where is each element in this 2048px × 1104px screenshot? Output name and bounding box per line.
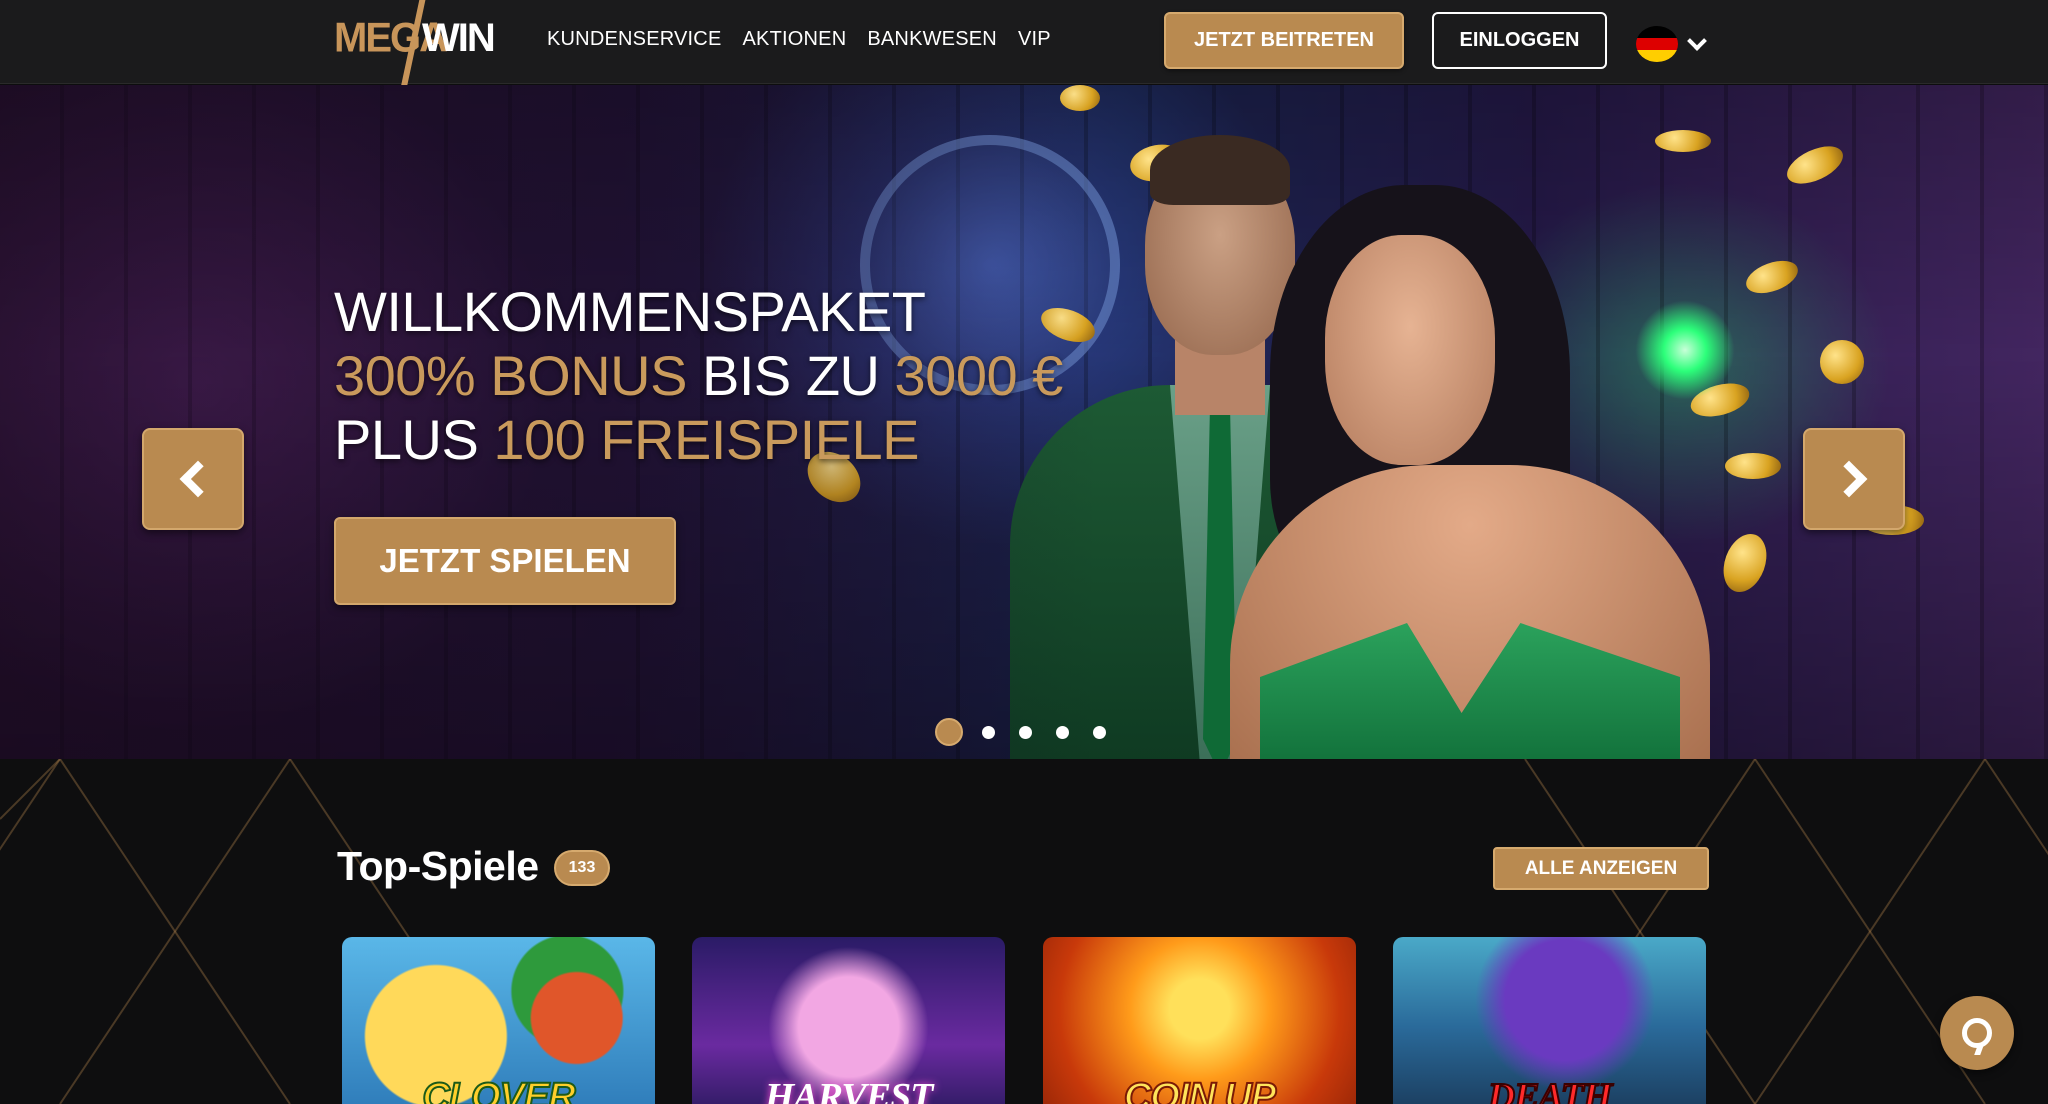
- chevron-right-icon: [1830, 460, 1868, 498]
- site-header: MEGA WIN KUNDENSERVICE AKTIONEN BANKWESE…: [0, 0, 2048, 90]
- login-button[interactable]: EINLOGGEN: [1432, 12, 1607, 69]
- hero-free-spins: 100 FREISPIELE: [493, 408, 920, 471]
- game-card-harvest[interactable]: HARVEST: [692, 937, 1005, 1104]
- carousel-dot-4[interactable]: [1050, 720, 1074, 744]
- chevron-down-icon: [1687, 31, 1707, 51]
- megawin-logo[interactable]: MEGA WIN: [334, 0, 496, 90]
- hero-line-1: WILLKOMMENSPAKET: [334, 280, 926, 343]
- game-card-clover[interactable]: CLOVER: [342, 937, 655, 1104]
- hero-bis-zu: BIS ZU: [686, 344, 895, 407]
- diamond-background-pattern: [0, 759, 2048, 1104]
- hero-banner: WILLKOMMENSPAKET 300% BONUS BIS ZU 3000 …: [0, 85, 2048, 759]
- carousel-dot-2[interactable]: [976, 720, 1000, 744]
- game-card-coin-up[interactable]: COIN UP: [1043, 937, 1356, 1104]
- game-title: COIN UP: [1123, 1075, 1277, 1104]
- hero-line-2: 300% BONUS BIS ZU 3000 €: [334, 344, 1063, 408]
- game-title: CLOVER: [421, 1075, 576, 1104]
- main-nav: KUNDENSERVICE AKTIONEN BANKWESEN VIP: [547, 28, 1051, 51]
- gold-coin-image: [1655, 130, 1711, 152]
- hero-bonus-amount: 3000 €: [894, 344, 1064, 407]
- carousel-dot-3[interactable]: [1013, 720, 1037, 744]
- view-all-button[interactable]: ALLE ANZEIGEN: [1493, 847, 1709, 890]
- hero-line-3: PLUS 100 FREISPIELE: [334, 408, 1063, 472]
- carousel-dot-1[interactable]: [935, 718, 963, 746]
- carousel-next-button[interactable]: [1803, 428, 1905, 530]
- carousel-dot-5[interactable]: [1087, 720, 1111, 744]
- nav-bankwesen[interactable]: BANKWESEN: [867, 28, 997, 51]
- hero-bonus-percent: 300% BONUS: [334, 344, 687, 407]
- chat-bubble-icon: [1962, 1018, 1992, 1048]
- logo-win-text: WIN: [422, 16, 496, 60]
- flag-de-icon: [1636, 26, 1678, 62]
- nav-kundenservice[interactable]: KUNDENSERVICE: [547, 28, 722, 51]
- game-title: DEATH: [1487, 1075, 1614, 1104]
- section-title: Top-Spiele: [337, 843, 539, 889]
- language-selector[interactable]: [1636, 26, 1708, 62]
- live-chat-button[interactable]: [1940, 996, 2014, 1070]
- carousel-dots: [935, 718, 1111, 746]
- games-count-badge: 133: [554, 850, 610, 886]
- nav-aktionen[interactable]: AKTIONEN: [743, 28, 847, 51]
- nav-vip[interactable]: VIP: [1018, 28, 1051, 51]
- game-title: HARVEST: [764, 1076, 934, 1104]
- hero-plus: PLUS: [334, 408, 494, 471]
- gold-coin-image: [1820, 340, 1864, 384]
- carousel-prev-button[interactable]: [142, 428, 244, 530]
- play-now-button[interactable]: JETZT SPIELEN: [334, 517, 676, 605]
- join-now-button[interactable]: JETZT BEITRETEN: [1164, 12, 1404, 69]
- hero-headline: WILLKOMMENSPAKET 300% BONUS BIS ZU 3000 …: [334, 280, 1063, 472]
- game-card-death[interactable]: DEATH: [1393, 937, 1706, 1104]
- chevron-left-icon: [179, 460, 217, 498]
- woman-in-green-dress-image: [1230, 185, 1760, 759]
- top-games-section: Top-Spiele 133 ALLE ANZEIGEN CLOVER HARV…: [0, 759, 2048, 1104]
